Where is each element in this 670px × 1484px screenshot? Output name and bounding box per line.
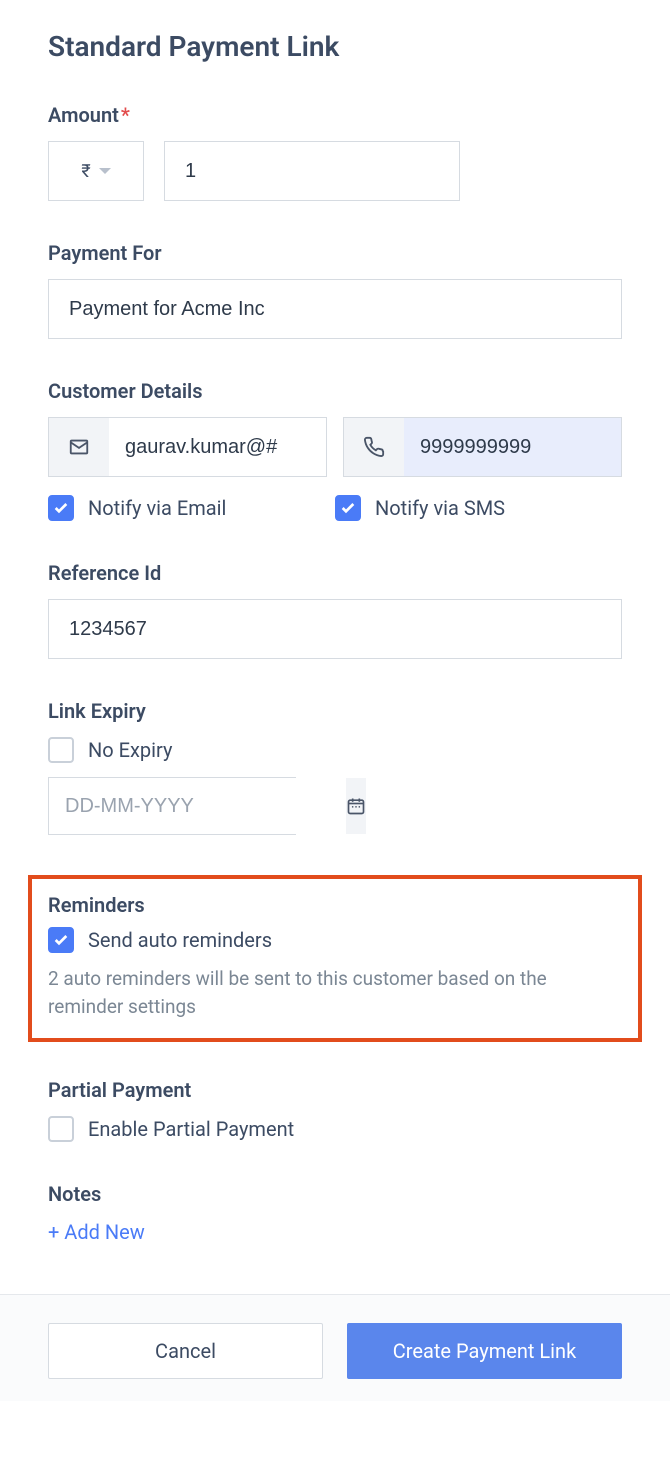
- notify-sms-label: Notify via SMS: [375, 496, 505, 520]
- phone-field-wrap: [343, 417, 622, 477]
- customer-section: Customer Details Notify via Email: [48, 379, 622, 521]
- no-expiry-checkbox[interactable]: [48, 737, 74, 763]
- partial-payment-checkbox-label: Enable Partial Payment: [88, 1117, 294, 1141]
- reference-label: Reference Id: [48, 561, 622, 585]
- no-expiry-checkbox-row[interactable]: No Expiry: [48, 737, 622, 763]
- reminders-label: Reminders: [48, 893, 622, 917]
- partial-payment-section: Partial Payment Enable Partial Payment: [48, 1078, 622, 1142]
- partial-payment-checkbox[interactable]: [48, 1116, 74, 1142]
- required-indicator: *: [121, 103, 130, 127]
- currency-symbol: ₹: [81, 161, 90, 182]
- reference-section: Reference Id: [48, 561, 622, 659]
- partial-payment-checkbox-row[interactable]: Enable Partial Payment: [48, 1116, 622, 1142]
- phone-input[interactable]: [404, 418, 621, 476]
- notes-label: Notes: [48, 1182, 622, 1206]
- phone-icon: [344, 418, 404, 476]
- payment-for-section: Payment For: [48, 241, 622, 339]
- calendar-icon: [346, 796, 366, 816]
- currency-select[interactable]: ₹: [48, 141, 144, 201]
- notify-email-label: Notify via Email: [88, 496, 226, 520]
- create-payment-link-button[interactable]: Create Payment Link: [347, 1323, 622, 1379]
- email-field-wrap: [48, 417, 327, 477]
- auto-reminders-checkbox-row[interactable]: Send auto reminders: [48, 927, 622, 953]
- page-title: Standard Payment Link: [48, 30, 622, 63]
- partial-payment-label: Partial Payment: [48, 1078, 622, 1102]
- auto-reminders-checkbox[interactable]: [48, 927, 74, 953]
- expiry-date-field: [48, 777, 296, 835]
- auto-reminders-label: Send auto reminders: [88, 928, 272, 952]
- mail-icon: [49, 418, 109, 476]
- no-expiry-label: No Expiry: [88, 738, 172, 762]
- notify-sms-checkbox-row[interactable]: Notify via SMS: [335, 495, 622, 521]
- chevron-down-icon: [99, 168, 111, 174]
- add-note-button[interactable]: + Add New: [48, 1220, 145, 1244]
- customer-label: Customer Details: [48, 379, 622, 403]
- expiry-date-input[interactable]: [49, 778, 346, 834]
- amount-label: Amount*: [48, 103, 622, 127]
- reminders-helper-text: 2 auto reminders will be sent to this cu…: [48, 965, 622, 1020]
- calendar-button[interactable]: [346, 778, 366, 834]
- amount-section: Amount* ₹: [48, 103, 622, 201]
- reminders-highlight: Reminders Send auto reminders 2 auto rem…: [28, 875, 642, 1042]
- payment-for-label: Payment For: [48, 241, 622, 265]
- reference-input[interactable]: [48, 599, 622, 659]
- email-input[interactable]: [109, 418, 326, 476]
- notify-email-checkbox[interactable]: [48, 495, 74, 521]
- footer: Cancel Create Payment Link: [0, 1294, 670, 1401]
- notes-section: Notes + Add New: [48, 1182, 622, 1244]
- notify-email-checkbox-row[interactable]: Notify via Email: [48, 495, 335, 521]
- amount-input[interactable]: [164, 141, 460, 201]
- cancel-button[interactable]: Cancel: [48, 1323, 323, 1379]
- notify-sms-checkbox[interactable]: [335, 495, 361, 521]
- expiry-label: Link Expiry: [48, 699, 622, 723]
- amount-label-text: Amount: [48, 103, 119, 127]
- expiry-section: Link Expiry No Expiry: [48, 699, 622, 835]
- payment-for-input[interactable]: [48, 279, 622, 339]
